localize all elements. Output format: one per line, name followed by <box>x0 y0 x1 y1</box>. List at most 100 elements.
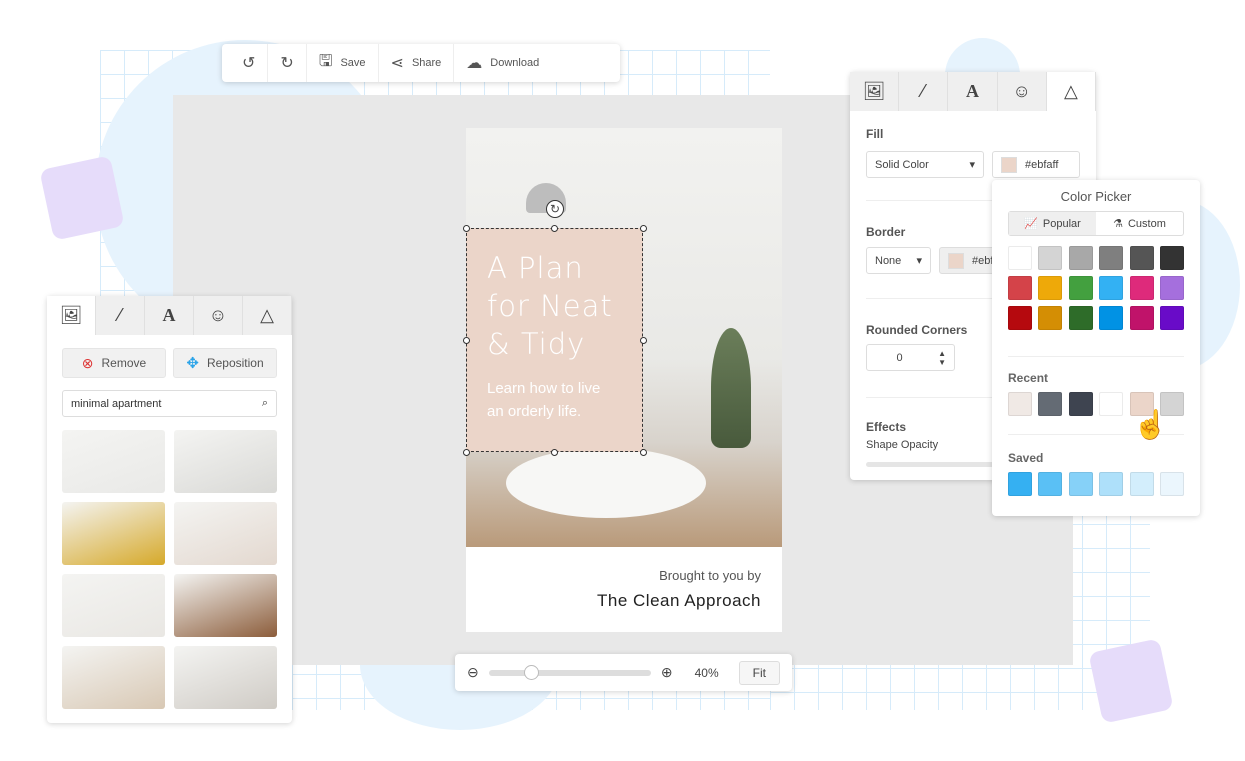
resize-handle[interactable] <box>640 337 647 344</box>
popular-color-swatch[interactable] <box>1038 306 1063 330</box>
reposition-button[interactable]: ✥ Reposition <box>173 348 277 378</box>
remove-icon: ⊗ <box>81 354 94 371</box>
popular-color-swatch[interactable] <box>1159 246 1184 270</box>
design-title: A Plan for Neat & Tidy <box>487 251 613 361</box>
saved-color-swatch[interactable] <box>1129 472 1154 496</box>
tab-effects[interactable]: ⁄ <box>899 72 949 111</box>
resize-handle[interactable] <box>463 449 470 456</box>
popular-color-swatch[interactable] <box>1008 276 1032 300</box>
fill-type-select[interactable]: Solid Color ▾ <box>866 151 984 178</box>
tab-popular[interactable]: 📈 Popular <box>1009 212 1096 235</box>
tab-custom[interactable]: ⚗ Custom <box>1096 212 1183 235</box>
color-picker: Color Picker 📈 Popular ⚗ Custom Recent Sav… <box>992 180 1200 516</box>
design-subtitle: Learn how to live an orderly life. <box>487 380 601 420</box>
recent-color-swatch[interactable] <box>1068 392 1093 416</box>
saved-color-swatch[interactable] <box>1159 472 1184 496</box>
stepper-arrows-icon[interactable]: ▲ ▼ <box>938 349 946 367</box>
tab-image[interactable]: 🖼 <box>47 296 96 335</box>
download-button[interactable]: ☁ Download <box>454 44 551 82</box>
image-thumbnail[interactable] <box>174 430 277 493</box>
remove-button[interactable]: ⊗ Remove <box>62 348 166 378</box>
cloud-download-icon: ☁ <box>466 55 483 72</box>
popular-color-swatch[interactable] <box>1129 246 1154 270</box>
popular-color-swatch[interactable] <box>1099 276 1124 300</box>
save-icon: 🖫 <box>318 52 333 70</box>
popular-color-swatch[interactable] <box>1008 246 1032 270</box>
image-panel: 🖼 ⁄ A ☺ △ ⊗ Remove ✥ Reposition minimal ap… <box>47 296 292 723</box>
image-icon: 🖼 <box>59 305 83 325</box>
share-button[interactable]: ⋖ Share <box>379 44 455 82</box>
image-thumbnail[interactable] <box>62 430 165 493</box>
text-icon: A <box>162 305 176 325</box>
redo-button[interactable]: ↻ <box>268 44 307 82</box>
popular-color-swatch[interactable] <box>1038 246 1063 270</box>
border-type-select[interactable]: None ▾ <box>866 247 931 274</box>
zoom-slider[interactable] <box>488 664 651 680</box>
popular-color-swatch[interactable] <box>1038 276 1063 300</box>
tab-shape[interactable]: △ <box>1046 72 1097 111</box>
top-toolbar: ↺ ↻ 🖫 Save ⋖ Share ☁ Download <box>222 44 620 82</box>
recent-color-swatch[interactable] <box>1099 392 1124 416</box>
popular-color-swatch[interactable] <box>1159 306 1184 330</box>
resize-handle[interactable] <box>463 337 470 344</box>
resize-handle[interactable] <box>463 225 470 232</box>
rounded-corners-stepper[interactable]: 0 ▲ ▼ <box>866 344 955 371</box>
search-icon[interactable]: ⌕ <box>262 397 268 410</box>
resize-handle[interactable] <box>640 225 647 232</box>
recent-color-swatch[interactable] <box>1038 392 1063 416</box>
popular-color-swatch[interactable] <box>1099 246 1124 270</box>
saved-color-swatch[interactable] <box>1038 472 1063 496</box>
popular-color-swatch[interactable] <box>1099 306 1124 330</box>
tab-shape[interactable]: △ <box>243 296 292 335</box>
save-button[interactable]: 🖫 Save <box>307 44 379 82</box>
saved-color-swatch[interactable] <box>1099 472 1124 496</box>
triangle-icon: △ <box>260 305 274 325</box>
fill-label: Fill <box>866 127 884 141</box>
image-thumbnail[interactable] <box>62 574 165 637</box>
tab-image[interactable]: 🖼 <box>850 72 900 111</box>
image-thumbnail[interactable] <box>174 574 277 637</box>
resize-handle[interactable] <box>551 225 558 232</box>
move-icon: ✥ <box>186 355 199 372</box>
caret-down-icon: ▾ <box>969 159 975 171</box>
recent-color-swatch[interactable] <box>1008 392 1032 416</box>
selected-text-box[interactable]: A Plan for Neat & Tidy Learn how to live… <box>466 228 643 452</box>
tab-emoji[interactable]: ☺ <box>194 296 243 335</box>
share-icon: ⋖ <box>390 55 404 72</box>
magic-wand-icon: ⁄ <box>921 81 925 101</box>
resize-handle[interactable] <box>551 449 558 456</box>
image-thumbnail[interactable] <box>62 502 165 565</box>
undo-button[interactable]: ↺ <box>230 44 269 82</box>
resize-handle[interactable] <box>640 449 647 456</box>
zoom-out-icon[interactable]: ⊖ <box>467 664 479 681</box>
popular-color-swatch[interactable] <box>1068 306 1093 330</box>
zoom-in-icon[interactable]: ⊕ <box>661 664 673 681</box>
undo-icon: ↺ <box>242 55 256 72</box>
magic-wand-icon: ⁄ <box>118 305 122 325</box>
flask-icon: ⚗ <box>1113 218 1123 230</box>
redo-icon: ↻ <box>280 55 294 72</box>
popular-color-swatch[interactable] <box>1068 276 1093 300</box>
popular-color-swatch[interactable] <box>1008 306 1032 330</box>
zoom-slider-handle[interactable] <box>523 664 539 680</box>
tab-emoji[interactable]: ☺ <box>997 72 1047 111</box>
image-search-input[interactable]: minimal apartment ⌕ <box>62 390 277 417</box>
popular-color-swatch[interactable] <box>1129 276 1154 300</box>
popular-color-swatch[interactable] <box>1129 306 1154 330</box>
fit-button[interactable]: Fit <box>738 660 780 685</box>
saved-color-swatch[interactable] <box>1068 472 1093 496</box>
rotate-handle-icon[interactable]: ↻ <box>546 200 564 218</box>
tab-effects[interactable]: ⁄ <box>96 296 145 335</box>
tab-text[interactable]: A <box>948 72 998 111</box>
popular-color-swatch[interactable] <box>1159 276 1184 300</box>
smiley-icon: ☺ <box>208 305 228 325</box>
fill-color-field[interactable]: #ebfaff <box>992 151 1080 178</box>
caret-down-icon: ▾ <box>916 255 922 267</box>
saved-color-swatch[interactable] <box>1008 472 1032 496</box>
image-thumbnail[interactable] <box>62 646 165 709</box>
image-thumbnail[interactable] <box>174 502 277 565</box>
brought-by-text: Brought to you by <box>659 568 761 583</box>
image-thumbnail[interactable] <box>174 646 277 709</box>
popular-color-swatch[interactable] <box>1068 246 1093 270</box>
tab-text[interactable]: A <box>145 296 194 335</box>
